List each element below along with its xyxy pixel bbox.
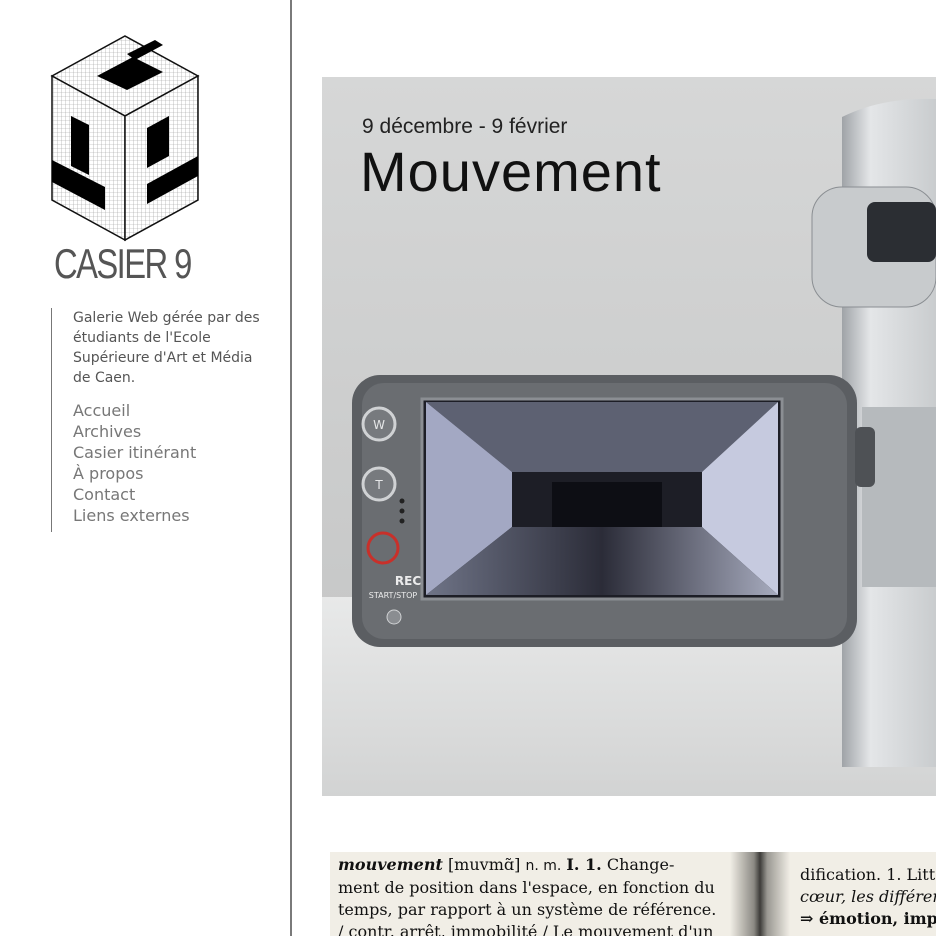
nav-casier-itinerant[interactable]: Casier itinérant [73, 442, 273, 463]
dictionary-headword: mouvement [338, 855, 443, 874]
nav-accueil[interactable]: Accueil [73, 400, 273, 421]
book-gutter [730, 852, 790, 936]
casier-logo[interactable] [45, 32, 205, 247]
sidebar-divider [290, 0, 292, 936]
zoom-wide-label: W [373, 418, 385, 432]
dictionary-line-4: / contr. arrêt, immobilité / Le mouvemen… [338, 922, 714, 936]
site-name[interactable]: CASIER 9 [54, 240, 192, 288]
nav-a-propos[interactable]: À propos [73, 463, 273, 484]
dictionary-line-1: mouvement [muvmɑ̃] n. m. I. 1. Change- [338, 854, 730, 877]
dictionary-right-line-3: ⇒ émotion, imp [800, 909, 936, 928]
dictionary-right-line-2: cœur, les différer [800, 887, 936, 906]
dictionary-phonetic: [muvmɑ̃] [447, 855, 521, 874]
nav-archives[interactable]: Archives [73, 421, 273, 442]
nav-contact[interactable]: Contact [73, 484, 273, 505]
dictionary-left-page: mouvement [muvmɑ̃] n. m. I. 1. Change- m… [338, 854, 730, 936]
start-stop-label: START/STOP [369, 591, 418, 600]
dictionary-line-3: temps, par rapport à un système de référ… [338, 900, 717, 919]
exhibition-title: Mouvement [360, 140, 662, 203]
dictionary-pos: n. m. [525, 858, 562, 874]
dictionary-right-line-1: dification. 1. Litt [800, 865, 936, 884]
sidebar: CASIER 9 Galerie Web gérée par des étudi… [0, 0, 290, 936]
sidebar-info: Galerie Web gérée par des étudiants de l… [51, 308, 273, 532]
dictionary-right-page: dification. 1. Litt cœur, les différer ⇒… [800, 864, 936, 930]
dictionary-sense: I. 1. [566, 855, 602, 874]
zoom-tele-label: T [374, 478, 383, 492]
site-description: Galerie Web gérée par des étudiants de l… [73, 310, 260, 386]
dictionary-line-2: ment de position dans l'espace, en fonct… [338, 878, 715, 897]
cube-logo-icon [50, 35, 200, 242]
main-nav: Accueil Archives Casier itinérant À prop… [73, 400, 273, 526]
exhibition-dates: 9 décembre - 9 février [362, 115, 568, 138]
exhibition-poster[interactable]: W T REC START/STOP 9 décembre - 9 févrie… [322, 77, 936, 796]
dictionary-line1-tail: Change- [606, 855, 675, 874]
dictionary-photo[interactable]: mouvement [muvmɑ̃] n. m. I. 1. Change- m… [330, 852, 936, 936]
rec-label: REC [395, 574, 421, 588]
nav-liens-externes[interactable]: Liens externes [73, 505, 273, 526]
